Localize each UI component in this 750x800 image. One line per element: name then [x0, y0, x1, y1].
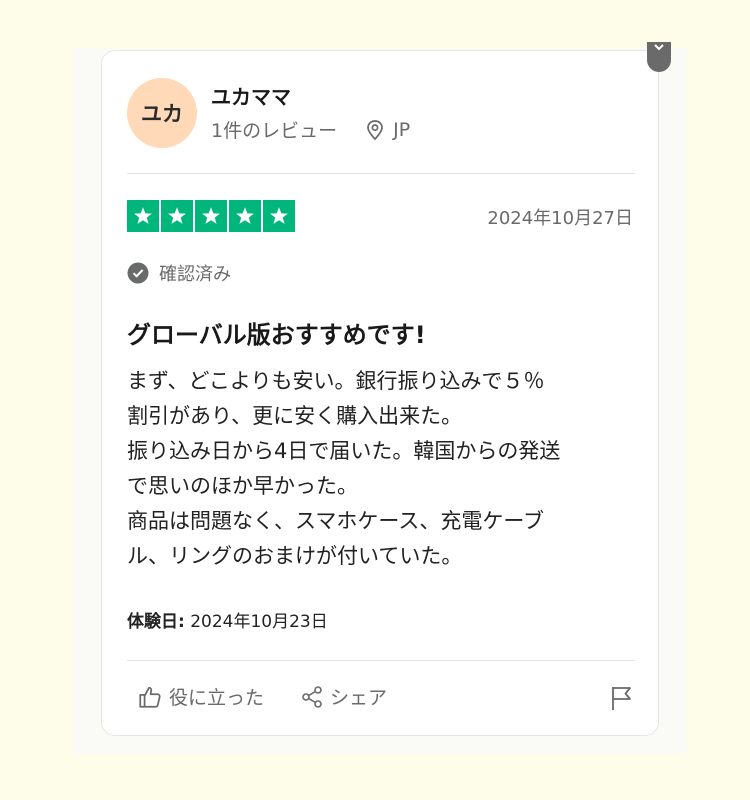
- location-pin-icon: [367, 119, 383, 140]
- checkmark-circle-icon: [127, 262, 149, 284]
- review-date: 2024年10月27日: [487, 208, 633, 229]
- avatar-initials: ユカ: [141, 102, 183, 126]
- share-label: シェア: [330, 687, 388, 709]
- chevron-down-icon: [654, 44, 664, 51]
- verified-label: 確認済み: [159, 264, 231, 285]
- review-body-line: 振り込み日から4日で届いた。韓国からの発送: [127, 439, 561, 463]
- report-flag-button[interactable]: [609, 684, 635, 716]
- star-rating: [127, 200, 295, 232]
- thumbs-up-icon: [139, 686, 161, 708]
- review-actions: 役に立った シェア: [137, 683, 387, 710]
- star-icon: [263, 200, 295, 232]
- review-body: まず、どこよりも安い。銀行振り込みで５％ 割引があり、更に安く購入出来た。 振り…: [127, 364, 637, 574]
- country-code: JP: [393, 118, 411, 141]
- review-title[interactable]: グローバル版おすすめです!: [127, 315, 426, 350]
- helpful-button[interactable]: 役に立った: [137, 683, 264, 710]
- corner-toggle-button[interactable]: [647, 42, 671, 72]
- experience-label: 体験日:: [127, 612, 185, 632]
- review-body-line: 商品は問題なく、スマホケース、充電ケーブ: [127, 509, 545, 533]
- star-icon: [195, 200, 227, 232]
- reviewer-meta: 1件のレビュー JP: [211, 116, 410, 143]
- flag-icon: [612, 687, 631, 710]
- experience-value: 2024年10月23日: [190, 612, 328, 632]
- review-body-line: ル、リングのおまけが付いていた。: [127, 544, 463, 568]
- star-icon: [127, 200, 159, 232]
- share-icon: [302, 685, 322, 708]
- review-body-line: で思いのほか早かった。: [127, 474, 358, 498]
- reviewer-name[interactable]: ユカママ: [211, 81, 291, 110]
- avatar[interactable]: ユカ: [127, 78, 197, 148]
- share-button[interactable]: シェア: [300, 683, 387, 710]
- review-body-line: まず、どこよりも安い。銀行振り込みで５％: [127, 369, 545, 393]
- review-count: 1件のレビュー: [211, 120, 338, 142]
- review-body-line: 割引があり、更に安く購入出来た。: [127, 404, 463, 428]
- star-icon: [229, 200, 261, 232]
- header-divider: [127, 173, 635, 174]
- footer-divider: [127, 660, 635, 661]
- helpful-label: 役に立った: [169, 687, 265, 709]
- reviewer-country: JP: [365, 119, 410, 141]
- experience-date: 体験日: 2024年10月23日: [127, 607, 328, 632]
- star-icon: [161, 200, 193, 232]
- verified-badge[interactable]: 確認済み: [127, 260, 231, 286]
